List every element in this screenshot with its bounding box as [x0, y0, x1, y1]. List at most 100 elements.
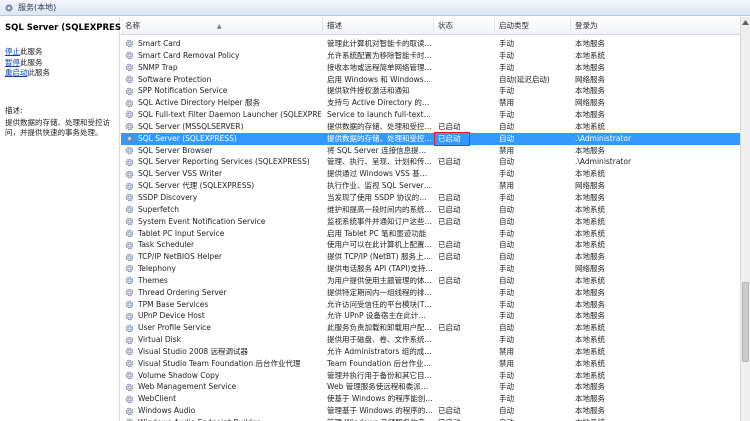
service-description-cell: 此服务负责加载和卸载用户配置...	[327, 323, 433, 333]
service-description-cell: 提供通过 Windows VSS 基础结...	[327, 169, 433, 179]
list-header: 名称 ▲ 描述 状态 启动类型 登录为	[121, 17, 740, 35]
service-gear-icon	[125, 205, 134, 214]
column-header-status[interactable]: 状态	[434, 17, 495, 35]
stop-service-link[interactable]: 停止	[5, 47, 20, 56]
service-name-cell: Windows Audio Endpoint Builder	[125, 417, 321, 421]
service-gear-icon	[125, 99, 134, 108]
service-row[interactable]: SPP Notification Service 提供软件授权激活和通知 手动 本地服…	[121, 85, 740, 97]
service-description-cell: 支持与 Active Directory 的集成	[327, 98, 433, 108]
service-logon-cell: 本地服务	[575, 406, 605, 416]
service-startup-type-cell: 禁用	[499, 145, 514, 155]
service-row[interactable]: Smart Card Removal Policy 允许系统配置为移除智能卡时锁.…	[121, 50, 740, 62]
service-name: Volume Shadow Copy	[138, 370, 220, 380]
service-row[interactable]: System Event Notification Service 监视系统事件并…	[121, 216, 740, 228]
service-name-cell: TPM Base Services	[125, 299, 321, 311]
service-row[interactable]: UPnP Device Host 允许 UPnP 设备宿主在此计算机... 手动 本地…	[121, 310, 740, 322]
service-row[interactable]: Windows Audio Endpoint Builder 管理 Windows…	[121, 417, 740, 421]
restart-action: 重启动此服务	[5, 68, 50, 77]
service-description-cell: 提供电话服务 API (TAPI)支持，...	[327, 264, 433, 274]
service-row[interactable]: Web Management Service Web 管理服务使远程和委派的服..…	[121, 381, 740, 393]
vertical-scrollbar[interactable]	[740, 17, 750, 421]
service-row[interactable]: Thread Ordering Server 提供特定期间内一组线程的排序。 手动 本…	[121, 287, 740, 299]
service-startup-type-cell: 手动	[499, 382, 514, 392]
service-logon-cell: 本地服务	[575, 299, 605, 309]
service-name-cell: UPnP Device Host	[125, 310, 321, 322]
service-row[interactable]: Tablet PC Input Service 启用 Tablet PC 笔和墨迹…	[121, 228, 740, 240]
service-row[interactable]: Windows Audio 管理基于 Windows 的程序的音... 已启动 自动 本…	[121, 405, 740, 417]
service-row[interactable]: Software Protection 启用 Windows 和 Windows …	[121, 74, 740, 86]
service-row[interactable]: TCP/IP NetBIOS Helper 提供 TCP/IP (NetBT) 服…	[121, 251, 740, 263]
service-row[interactable]: User Profile Service 此服务负责加载和卸载用户配置... 已启动…	[121, 322, 740, 334]
service-description-cell: 允许 UPnP 设备宿主在此计算机...	[327, 311, 433, 321]
service-gear-icon	[125, 347, 134, 356]
service-startup-type-cell: 自动	[499, 157, 514, 167]
service-name-cell: User Profile Service	[125, 322, 321, 334]
service-gear-icon	[125, 170, 134, 179]
service-status-cell: 已启动	[438, 406, 461, 416]
service-gear-icon	[125, 122, 134, 131]
service-description-cell: Team Foundation 后台作业代...	[327, 358, 433, 368]
service-name: SQL Server VSS Writer	[138, 169, 223, 179]
service-name: SNMP Trap	[138, 62, 178, 72]
service-row[interactable]: SQL Active Directory Helper 服务 支持与 Active…	[121, 97, 740, 109]
service-gear-icon	[125, 359, 134, 368]
service-name-cell: SQL Server Browser	[125, 145, 321, 157]
service-row[interactable]: Virtual Disk 提供用于磁盘、卷、文件系统和... 手动 本地系统	[121, 334, 740, 346]
service-description-cell: 允许访问受信任的平台模块(TPM...	[327, 299, 433, 309]
service-logon-cell: 本地系统	[575, 346, 605, 356]
service-logon-cell: 本地服务	[575, 394, 605, 404]
restart-service-link[interactable]: 重启动	[5, 68, 28, 77]
service-name-cell: SPP Notification Service	[125, 85, 321, 97]
service-name: Smart Card Removal Policy	[138, 50, 240, 60]
service-gear-icon	[125, 51, 134, 60]
service-row[interactable]: Visual Studio Team Foundation 后台作业代理 Team…	[121, 358, 740, 370]
service-description-cell: Service to launch full-text filte...	[327, 110, 433, 120]
service-row[interactable]: SQL Server (SQLEXPRESS) 提供数据的存储、处理和受控访问 已启…	[121, 131, 740, 146]
service-actions: 停止此服务 暂停此服务 重启动此服务	[5, 47, 114, 79]
service-name: SQL Server Browser	[138, 145, 213, 155]
service-name: SQL Full-text Filter Daemon Launcher (SQ…	[138, 110, 321, 120]
service-row[interactable]: WebClient 使基于 Windows 的程序能创建... 手动 本地服务	[121, 393, 740, 405]
service-row[interactable]: Telephony 提供电话服务 API (TAPI)支持，... 手动 网络服务	[121, 263, 740, 275]
description-label: 描述:	[5, 105, 23, 115]
service-name-cell: Themes	[125, 275, 321, 287]
service-description: 提供数据的存储、处理和受控访问，并提供快速的事务处理。	[5, 117, 110, 137]
service-name-cell: SSDP Discovery	[125, 192, 321, 204]
service-startup-type-cell: 手动	[499, 62, 514, 72]
service-description-cell: 提供数据的存储、处理和受控访问	[327, 133, 433, 143]
column-header-name[interactable]: 名称 ▲	[121, 17, 323, 35]
service-row[interactable]: Visual Studio 2008 远程调试器 允许 Administrator…	[121, 346, 740, 358]
service-name: Thread Ordering Server	[138, 287, 227, 297]
column-header-logon-as[interactable]: 登录为	[571, 17, 740, 35]
service-logon-cell: 本地系统	[575, 169, 605, 179]
service-description-cell: 接收本地或远程简单网络管理协...	[327, 62, 433, 72]
scroll-up-icon[interactable]	[741, 17, 750, 27]
service-name-cell: SQL Active Directory Helper 服务	[125, 97, 321, 109]
service-startup-type-cell: 手动	[499, 299, 514, 309]
service-logon-cell: 本地系统	[575, 216, 605, 226]
service-row[interactable]: Themes 为用户提供使用主题管理的体验。 已启动 自动 本地系统	[121, 275, 740, 287]
scrollbar-thumb[interactable]	[742, 282, 749, 362]
service-name-cell: SQL Server Reporting Services (SQLEXPRES…	[125, 156, 321, 168]
service-row[interactable]: SQL Server VSS Writer 提供通过 Windows VSS 基础…	[121, 168, 740, 180]
service-row[interactable]: TPM Base Services 允许访问受信任的平台模块(TPM... 手动 本地…	[121, 299, 740, 311]
service-row[interactable]: SNMP Trap 接收本地或远程简单网络管理协... 手动 本地服务	[121, 62, 740, 74]
service-row[interactable]: Task Scheduler 使用户可以在此计算机上配置和... 已启动 自动 本地系统	[121, 239, 740, 251]
pause-service-link[interactable]: 暂停	[5, 58, 20, 67]
service-row[interactable]: Smart Card 管理此计算机对智能卡的取读访... 手动 本地服务	[121, 38, 740, 50]
service-row[interactable]: SQL Full-text Filter Daemon Launcher (SQ…	[121, 109, 740, 121]
service-row[interactable]: SQL Server (MSSQLSERVER) 提供数据的存储、处理和受控访..…	[121, 121, 740, 133]
service-logon-cell: 本地系统	[575, 335, 605, 345]
column-header-description[interactable]: 描述	[323, 17, 434, 35]
column-header-startup-type[interactable]: 启动类型	[495, 17, 571, 35]
service-row[interactable]: SQL Server Browser 将 SQL Server 连接信息提供给..…	[121, 145, 740, 157]
service-row[interactable]: SSDP Discovery 当发现了使用 SSDP 协议的网络... 已启动 手动 本…	[121, 192, 740, 204]
service-startup-type-cell: 自动	[499, 133, 514, 143]
service-row[interactable]: SQL Server 代理 (SQLEXPRESS) 执行作业、监视 SQL Se…	[121, 180, 740, 192]
service-row[interactable]: SQL Server Reporting Services (SQLEXPRES…	[121, 156, 740, 168]
service-logon-cell: 网络服务	[575, 264, 605, 274]
service-row[interactable]: Volume Shadow Copy 管理并执行用于备份和其它目的... 手动 本地系…	[121, 370, 740, 382]
service-row[interactable]: Superfetch 维护和提高一段时间内的系统性... 已启动 自动 本地系统	[121, 204, 740, 216]
service-description-cell: 提供数据的存储、处理和受控访...	[327, 121, 433, 131]
service-description-cell: 提供 TCP/IP (NetBT) 服务上的 ...	[327, 252, 433, 262]
